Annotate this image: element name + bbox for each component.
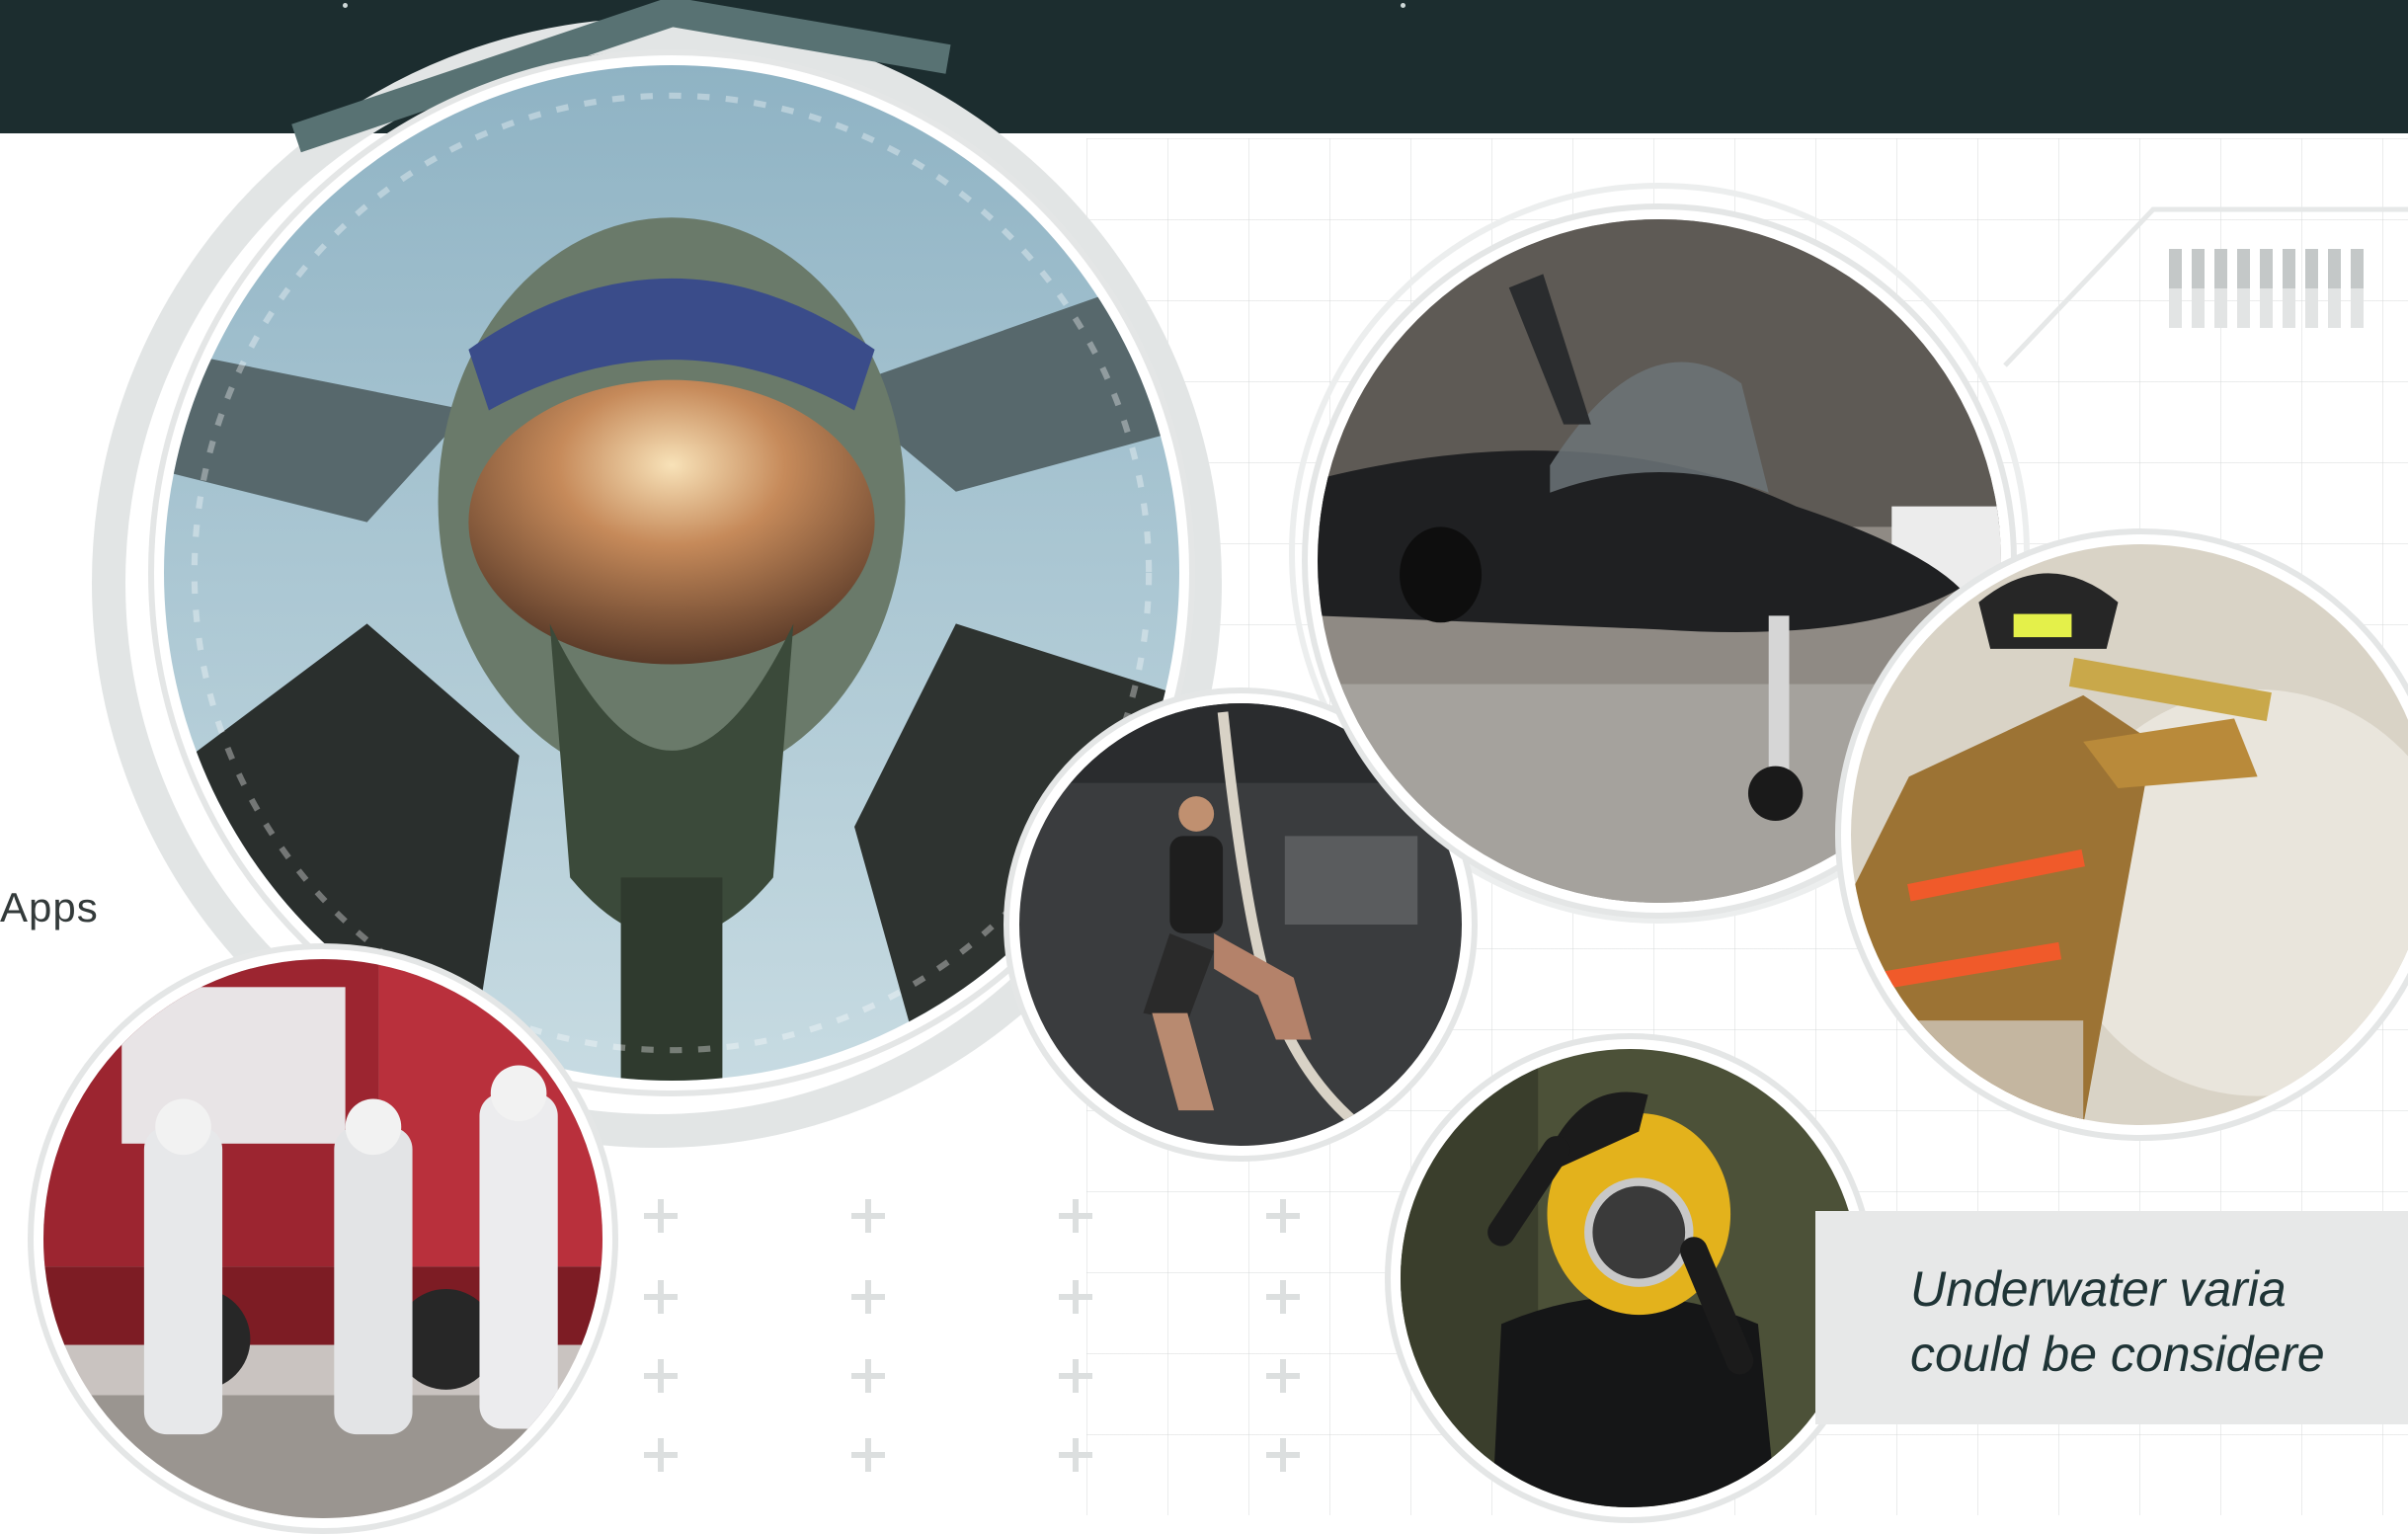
header-dot-left	[343, 3, 348, 8]
barcode-decoration	[2169, 249, 2364, 328]
diver-photo	[1385, 1033, 1875, 1523]
apps-label: Apps	[0, 884, 99, 930]
header-dot-right	[1401, 3, 1405, 8]
caption-line-2: could be considere	[1910, 1327, 2325, 1382]
firefighters-photo	[28, 943, 618, 1534]
caption-box: Underwater varia could be considere	[1815, 1211, 2408, 1424]
caption-line-1: Underwater varia	[1910, 1261, 2287, 1317]
header-bar	[0, 0, 2408, 133]
